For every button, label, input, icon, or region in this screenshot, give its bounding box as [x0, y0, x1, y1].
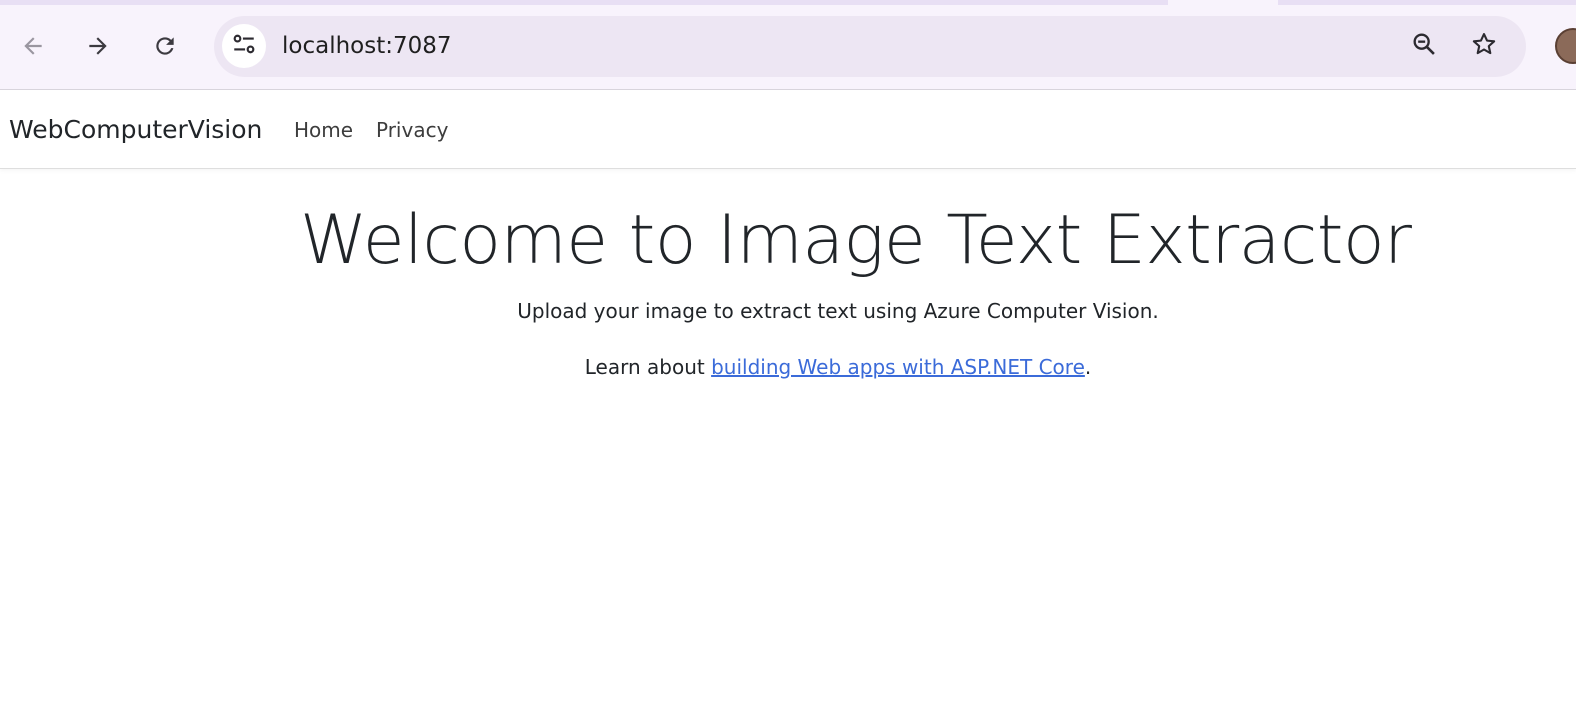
nav-link-privacy[interactable]: Privacy — [376, 90, 448, 168]
tab-strip — [0, 0, 1576, 5]
learn-paragraph: Learn about building Web apps with ASP.N… — [300, 351, 1376, 383]
profile-avatar[interactable] — [1555, 28, 1576, 64]
lead-text: Upload your image to extract text using … — [517, 299, 1159, 323]
navbar-brand[interactable]: WebComputerVision — [9, 90, 262, 168]
learn-suffix: . — [1084, 355, 1092, 379]
forward-button[interactable] — [75, 23, 121, 69]
arrow-right-icon — [85, 33, 111, 59]
aspnet-docs-link[interactable]: building Web apps with ASP.NET Core — [711, 355, 1085, 379]
reload-icon — [152, 33, 178, 59]
back-button[interactable] — [10, 23, 56, 69]
arrow-left-icon — [20, 33, 46, 59]
nav-link-home[interactable]: Home — [294, 90, 353, 168]
page-title: Welcome to Image Text Extractor — [300, 201, 1412, 280]
site-info-button[interactable] — [222, 24, 266, 68]
zoom-out-icon — [1410, 30, 1438, 62]
address-bar[interactable]: localhost:7087 — [214, 16, 1526, 77]
star-icon — [1470, 30, 1498, 62]
site-navbar: WebComputerVision Home Privacy — [0, 90, 1576, 169]
zoom-button[interactable] — [1402, 24, 1446, 68]
active-tab-edge[interactable] — [1168, 0, 1278, 5]
tune-icon — [231, 31, 257, 61]
bookmark-button[interactable] — [1462, 24, 1506, 68]
learn-prefix: Learn about — [584, 355, 712, 379]
url-text[interactable]: localhost:7087 — [282, 16, 452, 77]
browser-toolbar: localhost:7087 — [0, 0, 1576, 90]
reload-button[interactable] — [142, 23, 188, 69]
